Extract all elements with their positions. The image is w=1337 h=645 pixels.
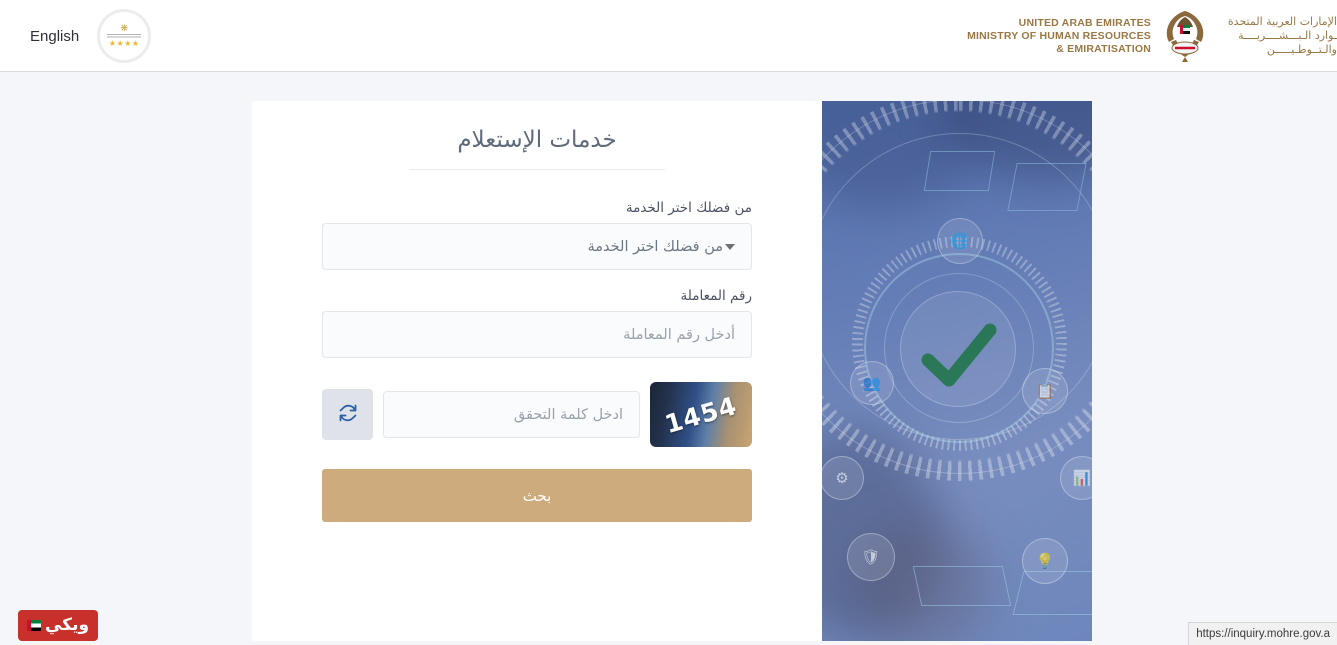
service-select[interactable]: من فضلك اختر الخدمة [322,223,752,270]
page-title: خدمات الإستعلام [457,127,617,153]
transaction-number-input[interactable]: أدخل رقم المعاملة [322,311,752,358]
service-select-value: من فضلك اختر الخدمة [587,238,723,255]
inquiry-card: خدمات الإستعلام من فضلك اختر الخدمة من ف… [252,101,1092,641]
transaction-number-placeholder: أدخل رقم المعاملة [623,326,735,343]
gear-icon: ⚙ [822,456,864,500]
badge-stars: ★★★★ [108,39,140,48]
uae-flag-icon [26,620,41,631]
form-body: من فضلك اختر الخدمة من فضلك اختر الخدمة … [252,200,822,522]
title-divider [409,169,665,170]
ministry-name-arabic: الإمارات العربية المتحدة ـوارد الـبـــشـ… [1219,15,1337,57]
captcha-input[interactable]: ادخل كلمة التحقق [383,391,640,438]
captcha-placeholder: ادخل كلمة التحقق [513,406,623,423]
uae-government-service-badge-icon: ❋ ★★★★ [97,9,152,63]
ministry-en-line-1: UNITED ARAB EMIRATES [1018,16,1151,29]
inquiry-form: خدمات الإستعلام من فضلك اختر الخدمة من ف… [252,101,822,641]
captcha-code-text: 1454 [661,390,741,439]
service-label: من فضلك اختر الخدمة [625,200,752,216]
badge-wordmark [107,34,142,39]
site-header: ❋ ★★★★ English UNITED ARAB EMIRATES MINI… [0,0,1337,72]
browser-status-bar: https://inquiry.mohre.gov.a [1188,622,1337,645]
hero-hud-panel-2 [1007,163,1087,211]
service-field: من فضلك اختر الخدمة من فضلك اختر الخدمة [322,200,752,270]
ministry-ar-line-3: والـتــوطـيـــــن [1266,43,1337,56]
ministry-en-line-3: & EMIRATISATION [1056,42,1151,55]
lightbulb-icon: 💡 [1022,538,1068,584]
shield-check-icon: 🛡 [847,533,895,581]
ministry-ar-line-1: الإمارات العربية المتحدة [1227,15,1337,28]
refresh-icon [338,403,358,426]
badge-crest-icon: ❋ [120,23,128,33]
hero-hud-panel-3 [912,566,1012,606]
hero-hud-panel-1 [923,151,996,191]
uae-falcon-emblem-icon [1161,8,1209,64]
transaction-number-field: رقم المعاملة أدخل رقم المعاملة [322,288,752,358]
clipboard-icon: 📋 [1022,368,1068,414]
ministry-en-line-2: MINISTRY OF HUMAN RESOURCES [967,29,1151,42]
green-checkmark-icon [918,316,1000,398]
globe-icon: 🌐 [937,218,983,264]
language-switch-link[interactable]: English [30,28,79,45]
captcha-image: 1454 [650,382,752,447]
search-button[interactable]: بحث [322,469,752,522]
chevron-down-icon [725,243,735,250]
chart-icon: 📊 [1060,456,1092,500]
captcha-refresh-button[interactable] [322,389,373,440]
transaction-number-label: رقم المعاملة [680,288,752,304]
wiki-watermark: ويكي [18,610,98,641]
status-bar-url: https://inquiry.mohre.gov.a [1196,628,1330,640]
hero-illustration: 🌐 👥 📋 ⚙ 🛡 💡 📊 [822,101,1092,641]
ministry-logo-group: UNITED ARAB EMIRATES MINISTRY OF HUMAN R… [967,0,1337,72]
people-icon: 👥 [850,361,894,405]
header-left-group: ❋ ★★★★ English [0,0,152,72]
ministry-ar-line-2: ـوارد الـبـــشــــريــــة [1238,29,1337,42]
wiki-watermark-text: ويكي [44,615,90,635]
ministry-name-english: UNITED ARAB EMIRATES MINISTRY OF HUMAN R… [967,17,1151,56]
captcha-row: ادخل كلمة التحقق 1454 [322,382,752,447]
